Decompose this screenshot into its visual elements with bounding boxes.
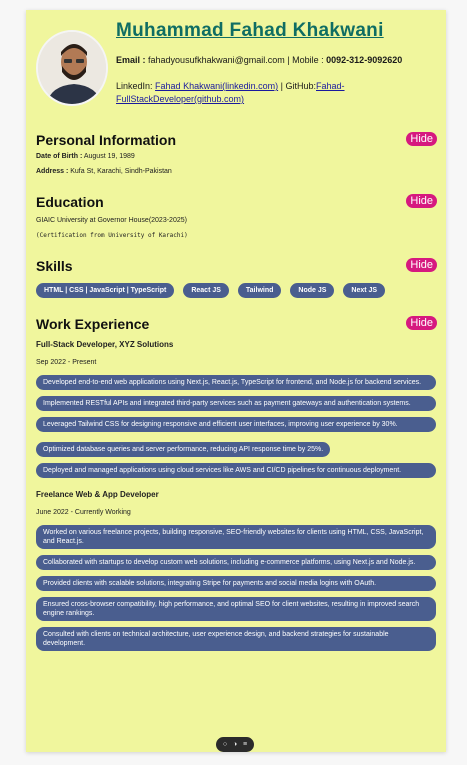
contact-line: Email : fahadyousufkhakwani@gmail.com | … <box>116 55 436 65</box>
job-point: Consulted with clients on technical arch… <box>36 627 436 651</box>
applicant-name: Muhammad Fahad Khakwani <box>116 20 384 41</box>
job-point: Worked on various freelance projects, bu… <box>36 525 436 549</box>
floating-toolbar[interactable]: ○ ◑ ≡ <box>216 737 254 752</box>
education-title: Education <box>36 194 104 210</box>
dob-label: Date of Birth : <box>36 153 83 160</box>
job-point: Developed end-to-end web applications us… <box>36 375 436 390</box>
education-cert: (Certification from University of Karach… <box>36 232 188 239</box>
job-date: June 2022 - Currently Working <box>36 509 131 516</box>
job-point: Collaborated with startups to develop cu… <box>36 555 436 570</box>
address-value: Kufa St, Karachi, Sindh-Pakistan <box>70 168 172 175</box>
job-point: Leveraged Tailwind CSS for designing res… <box>36 417 436 432</box>
skills-title: Skills <box>36 258 73 274</box>
job-point: Provided clients with scalable solutions… <box>36 576 436 591</box>
job-point: Deployed and managed applications using … <box>36 463 436 478</box>
skills-list: HTML | CSS | JavaScript | TypeScript Rea… <box>36 283 436 298</box>
comment-icon[interactable]: ○ <box>223 741 227 748</box>
job-title: Freelance Web & App Developer <box>36 490 159 499</box>
github-label: GitHub: <box>285 81 316 91</box>
email-label: Email : <box>116 55 146 65</box>
job-date: Sep 2022 - Present <box>36 359 97 366</box>
address-line: Address : Kufa St, Karachi, Sindh-Pakist… <box>36 168 436 175</box>
work-title: Work Experience <box>36 316 150 332</box>
education-school: GIAIC University at Governor House(2023-… <box>36 217 187 224</box>
separator: | <box>287 55 290 65</box>
email-value: fahadyousufkhakwani@gmail.com <box>148 55 285 65</box>
separator: | <box>280 81 283 91</box>
dob-value: August 19, 1989 <box>83 153 135 160</box>
menu-icon[interactable]: ≡ <box>243 741 247 748</box>
linkedin-link[interactable]: Fahad Khakwani(linkedin.com) <box>155 81 278 91</box>
dob-line: Date of Birth : August 19, 1989 <box>36 153 436 160</box>
resume-card: Muhammad Fahad Khakwani Email : fahadyou… <box>26 10 446 752</box>
personal-info-title: Personal Information <box>36 132 177 148</box>
skills-section: Skills Hide HTML | CSS | JavaScript | Ty… <box>36 258 437 298</box>
job-point: Ensured cross-browser compatibility, hig… <box>36 597 436 621</box>
work-section: Work Experience Hide Full-Stack Develope… <box>36 316 437 657</box>
personal-info-section: Personal Information Hide Date of Birth … <box>36 132 437 175</box>
skill-badge: Tailwind <box>237 283 282 298</box>
mobile-label: Mobile : <box>292 55 324 65</box>
skill-badge: Next JS <box>343 283 386 298</box>
skill-badge: React JS <box>183 283 229 298</box>
skill-badge: HTML | CSS | JavaScript | TypeScript <box>36 283 175 298</box>
hide-skills-button[interactable]: Hide <box>406 258 437 272</box>
profile-avatar <box>36 30 108 106</box>
job-point: Implemented RESTful APIs and integrated … <box>36 396 436 411</box>
job-point: Optimized database queries and server pe… <box>36 442 331 457</box>
hide-education-button[interactable]: Hide <box>406 194 437 208</box>
hide-work-button[interactable]: Hide <box>406 316 437 330</box>
mobile-value: 0092-312-9092620 <box>326 55 403 65</box>
address-label: Address : <box>36 168 69 175</box>
hide-personal-button[interactable]: Hide <box>406 132 437 146</box>
education-section: Education Hide GIAIC University at Gover… <box>36 194 437 239</box>
resume-header: Muhammad Fahad Khakwani Email : fahadyou… <box>26 10 446 130</box>
social-links: LinkedIn: Fahad Khakwani(linkedin.com) |… <box>116 80 416 106</box>
linkedin-label: LinkedIn: <box>116 81 153 91</box>
skill-badge: Node JS <box>290 283 335 298</box>
settings-icon[interactable]: ◑ <box>233 741 237 748</box>
job-title: Full-Stack Developer, XYZ Solutions <box>36 340 174 349</box>
